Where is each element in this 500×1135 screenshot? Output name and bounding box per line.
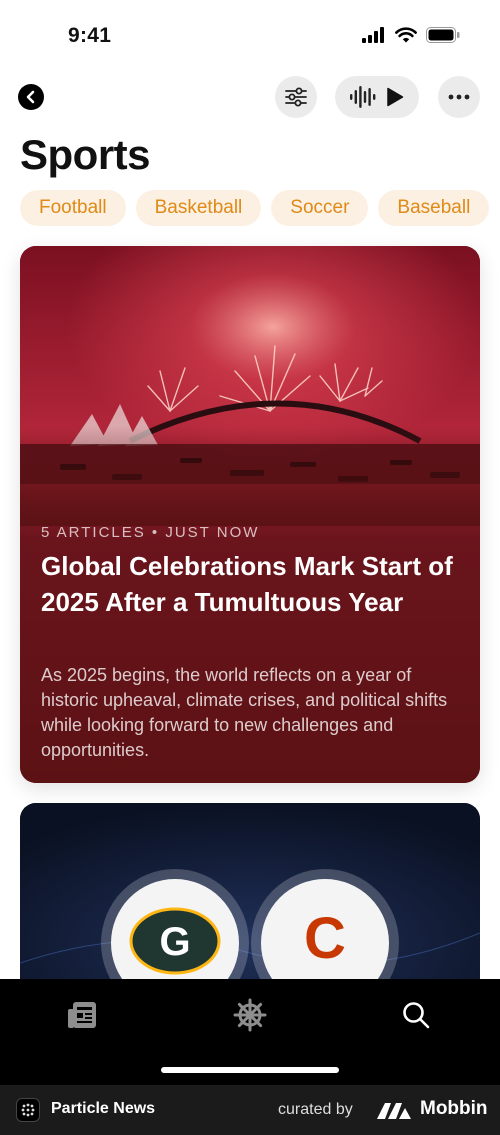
battery-icon [426,27,460,43]
team-logos-image: G C [20,803,480,1003]
search-icon [403,1002,430,1029]
back-button[interactable] [18,84,44,110]
app-name: Particle News [51,1100,156,1117]
chevron-left-icon [26,90,35,104]
home-indicator [161,1067,339,1073]
status-time: 9:41 [68,24,112,47]
svg-text:G: G [159,920,190,964]
svg-text:C: C [304,906,346,971]
filter-button[interactable] [275,76,317,118]
more-button[interactable] [438,76,480,118]
story-summary: As 2025 begins, the world reflects on a … [41,665,448,760]
page-title: Sports [20,131,151,178]
tab-feed[interactable] [64,997,100,1033]
ellipsis-icon [448,94,470,100]
waveform-icon [350,86,376,108]
curated-by-label: curated by [278,1101,353,1118]
featured-story-card[interactable]: 5 ARTICLES • JUST NOW Global Celebration… [20,246,480,783]
sliders-icon [285,87,307,107]
audio-play-button[interactable] [335,76,419,118]
chip-soccer[interactable]: Soccer [271,190,369,226]
story-card-secondary[interactable]: G C [20,803,480,1003]
status-bar: 9:41 [0,0,500,70]
mobbin-logo-icon [377,1103,411,1119]
chip-basketball[interactable]: Basketball [135,190,262,226]
signal-icon [362,27,384,43]
story-headline: Global Celebrations Mark Start of 2025 A… [41,551,453,617]
tab-explore[interactable] [232,997,268,1033]
newspaper-icon [68,1002,96,1028]
play-icon [387,87,404,107]
category-chips: Football Basketball Soccer Baseball [20,190,490,226]
chip-baseball[interactable]: Baseball [378,190,490,226]
helm-icon [233,998,267,1032]
attribution-footer: Particle News curated by Mobbin [0,1085,500,1135]
chip-football[interactable]: Football [20,190,126,226]
app-icon [16,1098,40,1122]
particle-logo-icon [21,1103,35,1117]
wifi-icon [395,27,417,43]
tab-search[interactable] [398,997,434,1033]
tab-bar [0,979,500,1085]
status-icons [362,27,460,43]
story-meta: 5 ARTICLES • JUST NOW [41,524,260,541]
brand-name: Mobbin [420,1098,488,1119]
